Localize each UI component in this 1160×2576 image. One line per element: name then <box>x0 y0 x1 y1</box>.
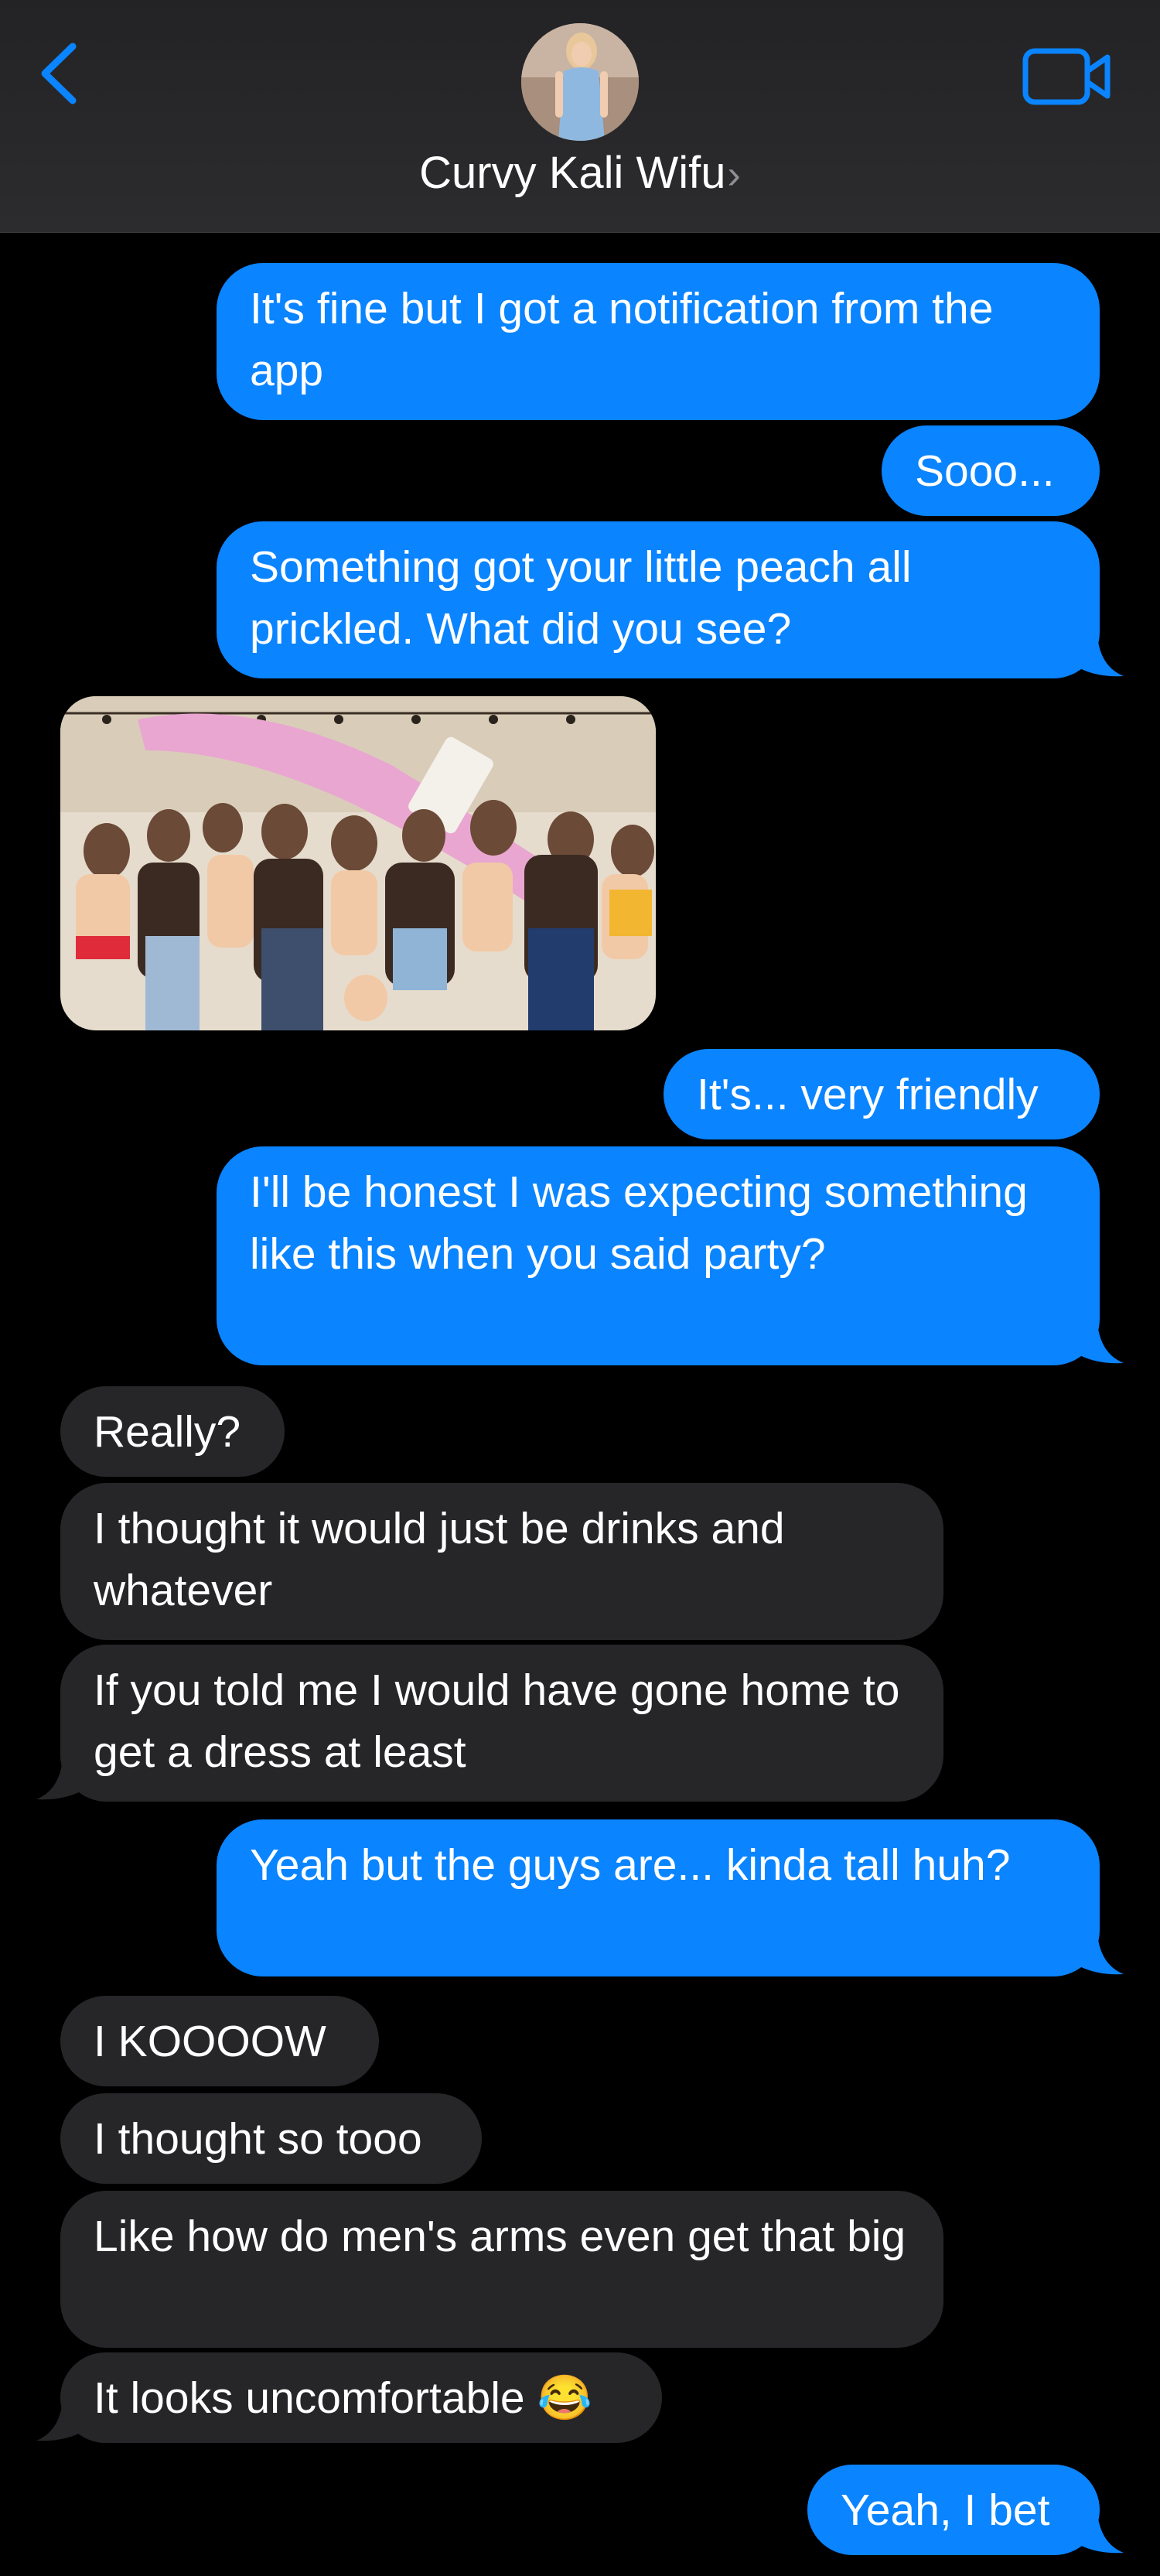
back-button[interactable] <box>34 39 88 108</box>
message-bubble-received[interactable]: It looks uncomfortable 😂 <box>60 2352 662 2443</box>
party-photo-image <box>60 696 656 1030</box>
message-bubble-sent[interactable]: Something got your little peach all pric… <box>217 521 1100 678</box>
video-call-button[interactable] <box>1021 45 1117 114</box>
message-bubble-sent[interactable]: Yeah, I bet <box>807 2465 1100 2555</box>
video-camera-icon <box>1022 48 1111 105</box>
contact-name[interactable]: Curvy Kali Wifu› <box>0 147 1160 199</box>
message-bubble-received[interactable]: I KOOOOW <box>60 1996 379 2086</box>
avatar-photo <box>521 23 639 141</box>
message-bubble-received[interactable]: If you told me I would have gone home to… <box>60 1645 943 1802</box>
message-bubble-sent[interactable]: It's fine but I got a notification from … <box>217 263 1100 420</box>
party-photo[interactable] <box>60 696 656 1030</box>
contact-name-label: Curvy Kali Wifu <box>419 148 726 198</box>
message-bubble-received[interactable]: I thought it would just be drinks and wh… <box>60 1483 943 1640</box>
conversation-header: Curvy Kali Wifu› <box>0 0 1160 233</box>
message-bubble-received[interactable]: I thought so tooo <box>60 2093 482 2184</box>
message-bubble-sent[interactable]: It's... very friendly <box>664 1049 1100 1139</box>
message-bubble-sent[interactable]: Sooo... <box>882 425 1100 516</box>
chevron-left-icon <box>41 43 77 104</box>
message-bubble-received[interactable]: Like how do men's arms even get that big <box>60 2191 943 2348</box>
chevron-right-icon: › <box>727 152 741 197</box>
message-bubble-sent[interactable]: I'll be honest I was expecting something… <box>217 1146 1100 1365</box>
message-bubble-sent[interactable]: Yeah but the guys are... kinda tall huh? <box>217 1819 1100 1976</box>
contact-avatar[interactable] <box>521 23 639 141</box>
message-bubble-received[interactable]: Really? <box>60 1386 285 1477</box>
